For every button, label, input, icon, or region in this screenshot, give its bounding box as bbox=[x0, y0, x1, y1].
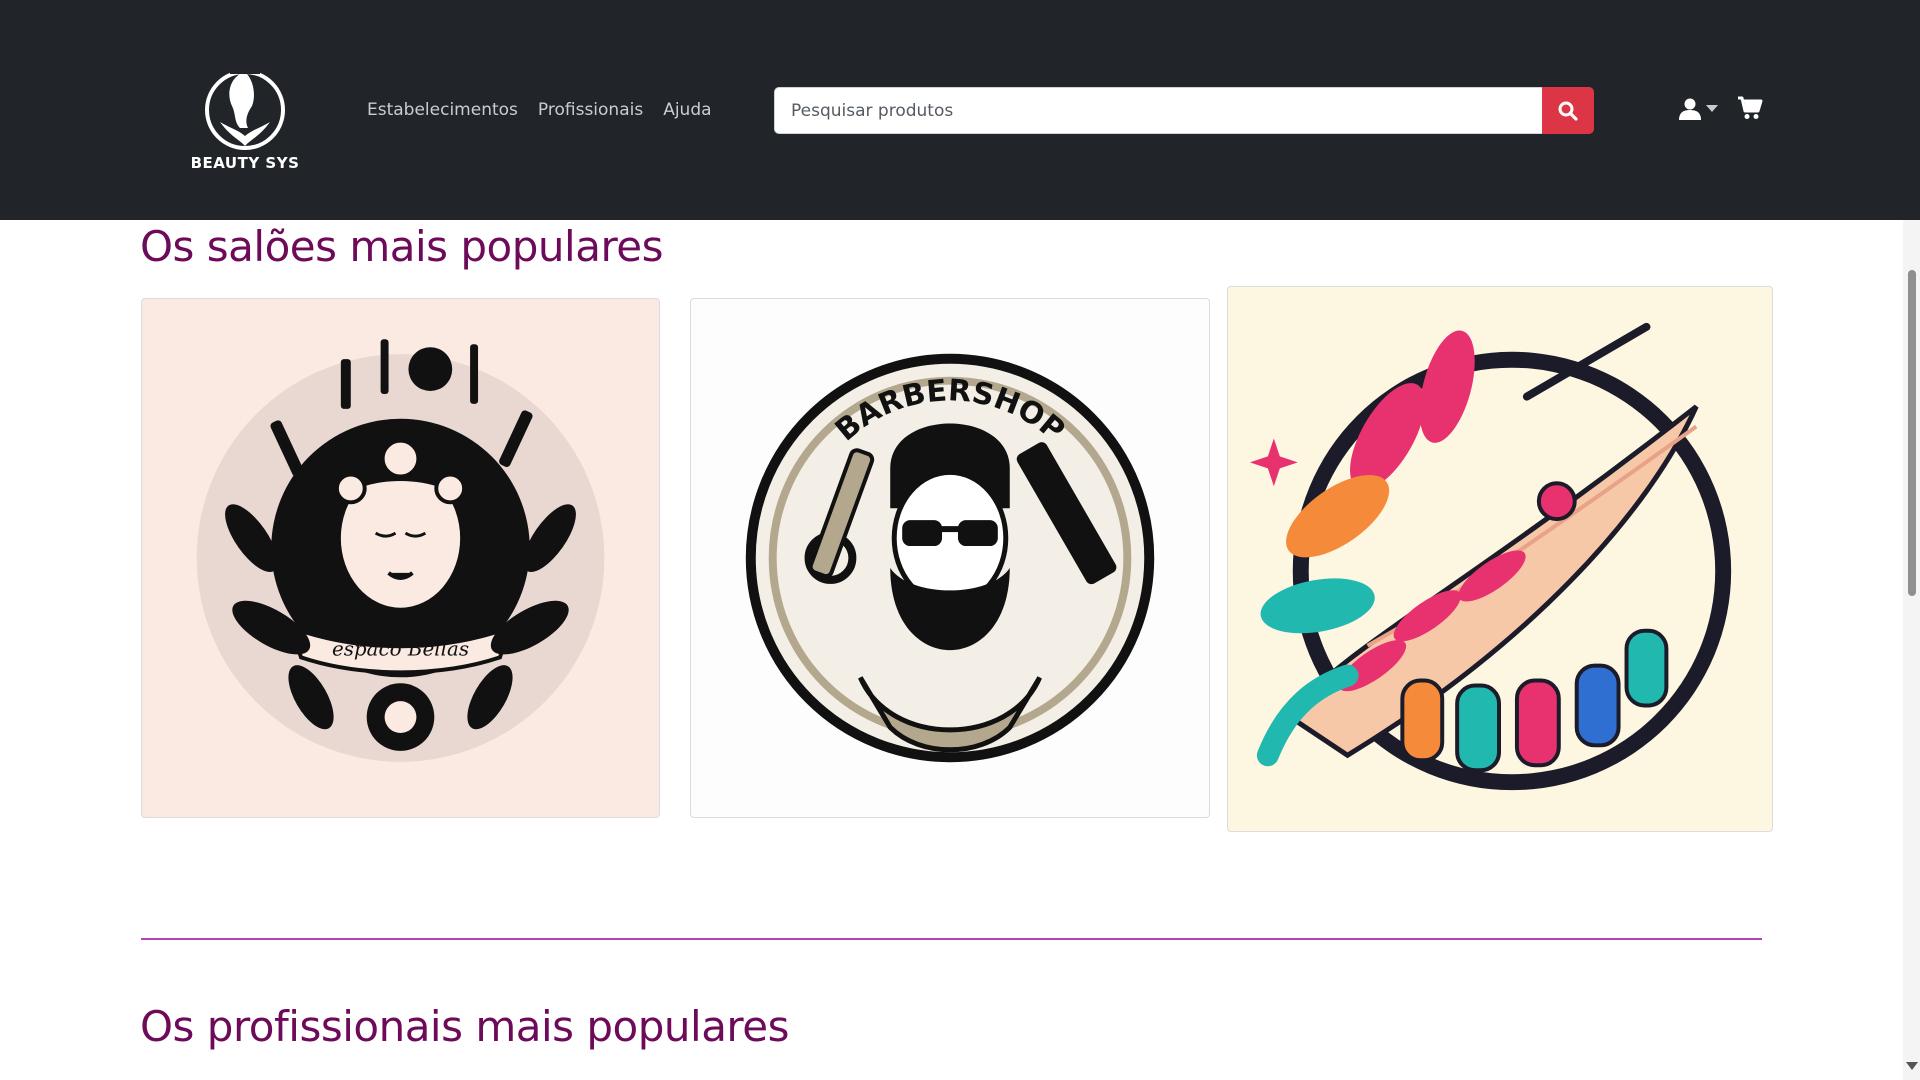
section-title-salons: Os salões mais populares bbox=[140, 222, 664, 271]
scroll-down-arrow-icon[interactable] bbox=[1906, 1062, 1918, 1070]
cart-button[interactable] bbox=[1737, 95, 1763, 121]
user-icon bbox=[1679, 98, 1701, 120]
section-divider bbox=[141, 938, 1762, 940]
cart-icon bbox=[1738, 96, 1763, 119]
brand-logo-link[interactable]: BEAUTY SYS bbox=[190, 66, 300, 174]
top-navbar: BEAUTY SYS Estabelecimentos Profissionai… bbox=[0, 0, 1920, 220]
brand-name: BEAUTY SYS bbox=[190, 154, 300, 172]
nav-link-estabelecimentos[interactable]: Estabelecimentos bbox=[367, 98, 518, 122]
search-button[interactable] bbox=[1542, 87, 1594, 134]
barbershop-logo-image: BARBERSHOP bbox=[745, 353, 1155, 763]
section-title-professionals: Os profissionais mais populares bbox=[140, 1002, 790, 1051]
search-input[interactable] bbox=[774, 87, 1542, 134]
salon-logo-text: espaco Bellas bbox=[332, 637, 469, 660]
espaco-bellas-logo-image: espaco Bellas bbox=[196, 339, 605, 762]
main-nav: Estabelecimentos Profissionais Ajuda bbox=[367, 98, 712, 122]
beauty-woman-logo-icon bbox=[205, 66, 285, 150]
chevron-down-icon bbox=[1706, 105, 1718, 112]
search-icon bbox=[1558, 101, 1578, 121]
salon-card-nail-studio[interactable] bbox=[1227, 286, 1773, 832]
page-scrollbar[interactable] bbox=[1903, 220, 1920, 1080]
scrollbar-thumb[interactable] bbox=[1908, 270, 1916, 596]
user-dropdown-toggle[interactable] bbox=[1678, 96, 1720, 122]
nav-link-profissionais[interactable]: Profissionais bbox=[538, 98, 643, 122]
nail-art-logo-image bbox=[1249, 322, 1732, 791]
salon-card-barbershop[interactable]: BARBERSHOP bbox=[690, 298, 1210, 818]
search-form bbox=[774, 87, 1594, 134]
salon-card-espaco-bellas[interactable]: espaco Bellas bbox=[141, 298, 660, 818]
nav-link-ajuda[interactable]: Ajuda bbox=[663, 98, 711, 122]
